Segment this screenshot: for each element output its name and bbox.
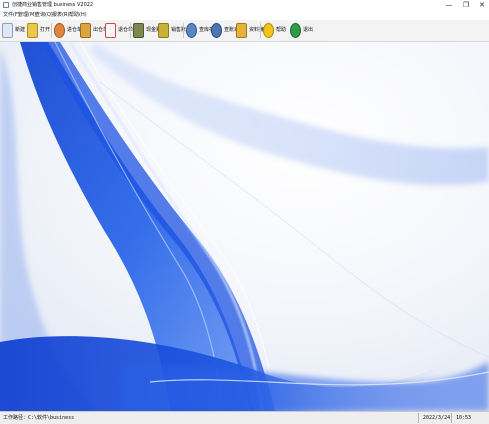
toolbar-separator — [130, 23, 131, 38]
exit-icon — [290, 23, 301, 38]
stock-in-icon — [54, 23, 65, 38]
cash-ledger-icon — [133, 23, 144, 38]
app-icon — [3, 2, 9, 8]
toolbar-separator — [51, 23, 52, 38]
status-divider — [418, 413, 419, 423]
stock-out-icon — [80, 23, 91, 38]
minimize-button[interactable]: — — [441, 0, 457, 11]
check-inventory-icon — [186, 23, 197, 38]
records-book-icon — [236, 23, 247, 38]
blue-wave-wallpaper — [0, 42, 489, 411]
menu-help[interactable]: 帮助(H) — [69, 11, 87, 20]
help-label: 帮助 — [276, 27, 287, 33]
menu-report[interactable]: 报表(R) — [52, 11, 69, 20]
open-label: 打开 — [40, 27, 51, 33]
close-button[interactable]: ✕ — [474, 0, 489, 11]
stock-return-icon — [105, 23, 116, 38]
records-book-label: 资料簿 — [249, 27, 265, 33]
exit-label: 退出 — [303, 27, 314, 33]
menu-manage[interactable]: 管理(M) — [18, 11, 36, 20]
menu-bar: 文件(F) 管理(M) 查询(Q) 报表(R) 帮助(H) — [0, 11, 489, 20]
new-document-icon — [2, 23, 13, 38]
window-title: 创捷商业销售管理 business V2022 — [12, 2, 94, 8]
status-bar: 工作路径：C:\软件\business 2022/3/24 10:53 — [0, 411, 489, 424]
toolbar-separator — [260, 23, 261, 38]
title-bar: 创捷商业销售管理 business V2022 — ❐ ✕ — [0, 0, 489, 11]
open-folder-icon — [27, 23, 38, 38]
menu-query[interactable]: 查询(Q) — [35, 11, 53, 20]
help-icon — [263, 23, 274, 38]
check-accounts-icon — [211, 23, 222, 38]
new-label: 新建 — [15, 27, 26, 33]
status-time: 10:53 — [456, 415, 472, 421]
toolbar-separator — [183, 23, 184, 38]
status-divider — [451, 413, 452, 423]
work-path: 工作路径：C:\软件\business — [3, 415, 75, 421]
maximize-button[interactable]: ❐ — [458, 0, 474, 11]
toolbar: 新建 打开 进仓单 出仓单 退仓单 现金账 销售账 查库存 查账目 资料簿 帮助… — [0, 20, 489, 42]
sales-ledger-icon — [158, 23, 169, 38]
desktop-background — [0, 42, 489, 411]
status-date: 2022/3/24 — [423, 415, 451, 421]
